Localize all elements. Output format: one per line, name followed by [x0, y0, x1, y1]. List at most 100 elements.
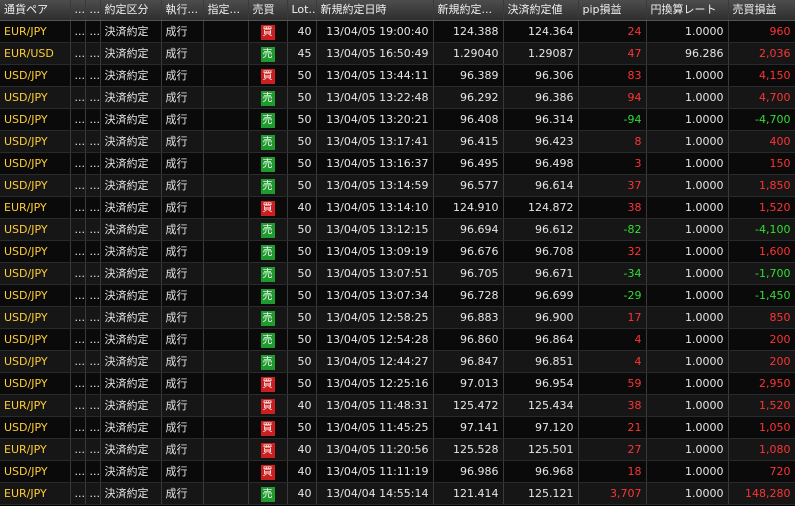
column-header-col-pair[interactable]: 通貨ペア	[0, 0, 71, 21]
column-header-col-3[interactable]: ...	[85, 0, 101, 21]
cell-lot: 50	[287, 416, 317, 439]
cell-pnl: 1,520	[728, 394, 795, 417]
cell-open: 121.414	[433, 482, 504, 505]
table-row[interactable]: USD/JPY...... 決済約定 成行売 50 13/04/05 12:54:28 9…	[0, 328, 795, 351]
cell-pnl: 200	[728, 350, 795, 373]
cell-3: ...	[85, 328, 101, 351]
cell-2: ...	[70, 262, 86, 285]
cell-shikko: 成行	[161, 416, 204, 439]
table-header-row: 通貨ペア......約定区分執行...指定...売買Lot...新規約定日時新規…	[0, 0, 795, 21]
cell-pair: USD/JPY	[0, 152, 71, 175]
cell-lot: 50	[287, 152, 317, 175]
cell-shikko: 成行	[161, 64, 204, 87]
column-header-col-shikko[interactable]: 執行...	[161, 0, 204, 21]
cell-close: 96.851	[503, 350, 579, 373]
table-row[interactable]: USD/JPY...... 決済約定 成行買 50 13/04/05 11:45:25 9…	[0, 416, 795, 439]
table-row[interactable]: USD/JPY...... 決済約定 成行売 50 13/04/05 13:07:51 9…	[0, 262, 795, 285]
cell-pnl: -1,700	[728, 262, 795, 285]
cell-rate: 1.0000	[646, 284, 729, 307]
table-row[interactable]: USD/JPY...... 決済約定 成行売 50 13/04/05 13:16:37 9…	[0, 152, 795, 175]
cell-rate: 1.0000	[646, 20, 729, 43]
cell-kubun: 決済約定	[100, 460, 162, 483]
column-header-col-side[interactable]: 売買	[248, 0, 288, 21]
cell-kubun: 決済約定	[100, 20, 162, 43]
cell-2: ...	[70, 86, 86, 109]
cell-rate: 1.0000	[646, 218, 729, 241]
cell-shitei	[203, 130, 249, 153]
table-row[interactable]: USD/JPY...... 決済約定 成行売 50 13/04/05 13:09:19 9…	[0, 240, 795, 263]
cell-kubun: 決済約定	[100, 438, 162, 461]
column-header-col-datetime[interactable]: 新規約定日時	[316, 0, 434, 21]
cell-close: 96.612	[503, 218, 579, 241]
column-header-col-lot[interactable]: Lot...	[287, 0, 317, 21]
table-row[interactable]: USD/JPY...... 決済約定 成行買 50 13/04/05 12:25:16 9…	[0, 372, 795, 395]
cell-shitei	[203, 152, 249, 175]
column-header-col-pnl[interactable]: 売買損益	[728, 0, 795, 21]
cell-rate: 1.0000	[646, 130, 729, 153]
cell-pip: 17	[578, 306, 647, 329]
table-row[interactable]: EUR/JPY...... 決済約定 成行買 40 13/04/05 11:20:56 1…	[0, 438, 795, 461]
table-row[interactable]: EUR/JPY...... 決済約定 成行買 40 13/04/05 11:48:31 1…	[0, 394, 795, 417]
cell-2: ...	[70, 152, 86, 175]
table-row[interactable]: USD/JPY...... 決済約定 成行売 50 13/04/05 13:12:15 9…	[0, 218, 795, 241]
cell-2: ...	[70, 196, 86, 219]
table-row[interactable]: EUR/JPY...... 決済約定 成行買 40 13/04/05 13:14:10 1…	[0, 196, 795, 219]
cell-lot: 50	[287, 350, 317, 373]
cell-kubun: 決済約定	[100, 174, 162, 197]
cell-2: ...	[70, 438, 86, 461]
sell-badge: 売	[260, 90, 275, 106]
cell-kubun: 決済約定	[100, 240, 162, 263]
table-row[interactable]: USD/JPY...... 決済約定 成行買 40 13/04/05 11:11:19 9…	[0, 460, 795, 483]
table-row[interactable]: USD/JPY...... 決済約定 成行売 50 13/04/05 13:20:21 9…	[0, 108, 795, 131]
cell-datetime: 13/04/05 19:00:40	[316, 20, 434, 43]
column-header-col-open[interactable]: 新規約定...	[433, 0, 504, 21]
cell-pair: USD/JPY	[0, 262, 71, 285]
cell-pip: 4	[578, 328, 647, 351]
table-row[interactable]: USD/JPY...... 決済約定 成行売 50 13/04/05 12:44:27 9…	[0, 350, 795, 373]
table-row[interactable]: USD/JPY...... 決済約定 成行売 50 13/04/05 13:22:48 9…	[0, 86, 795, 109]
column-header-col-kubun[interactable]: 約定区分	[100, 0, 162, 21]
table-row[interactable]: EUR/JPY...... 決済約定 成行買 40 13/04/05 19:00:40 1…	[0, 20, 795, 43]
column-header-col-pip[interactable]: pip損益	[578, 0, 647, 21]
column-header-col-close[interactable]: 決済約定値	[503, 0, 579, 21]
cell-side: 売	[248, 86, 288, 109]
cell-datetime: 13/04/05 12:25:16	[316, 372, 434, 395]
cell-shikko: 成行	[161, 218, 204, 241]
cell-pip: -34	[578, 262, 647, 285]
table-row[interactable]: EUR/USD...... 決済約定 成行売 45 13/04/05 16:50:49 1…	[0, 42, 795, 65]
cell-shitei	[203, 416, 249, 439]
cell-close: 125.434	[503, 394, 579, 417]
table-row[interactable]: USD/JPY...... 決済約定 成行売 50 13/04/05 12:58:25 9…	[0, 306, 795, 329]
buy-badge: 買	[260, 398, 275, 414]
cell-kubun: 決済約定	[100, 306, 162, 329]
cell-2: ...	[70, 416, 86, 439]
cell-side: 売	[248, 350, 288, 373]
table-row[interactable]: USD/JPY...... 決済約定 成行売 50 13/04/05 13:17:41 9…	[0, 130, 795, 153]
cell-side: 買	[248, 64, 288, 87]
table-row[interactable]: USD/JPY...... 決済約定 成行売 50 13/04/05 13:07:34 9…	[0, 284, 795, 307]
column-header-col-2[interactable]: ...	[70, 0, 86, 21]
sell-badge: 売	[260, 112, 275, 128]
table-row[interactable]: EUR/JPY...... 決済約定 成行売 40 13/04/04 14:55:14 1…	[0, 482, 795, 505]
cell-3: ...	[85, 174, 101, 197]
cell-pair: EUR/JPY	[0, 196, 71, 219]
table-row[interactable]: USD/JPY...... 決済約定 成行売 50 13/04/05 13:14:59 9…	[0, 174, 795, 197]
sell-badge: 売	[260, 46, 275, 62]
cell-open: 97.013	[433, 372, 504, 395]
cell-3: ...	[85, 64, 101, 87]
cell-3: ...	[85, 306, 101, 329]
cell-rate: 1.0000	[646, 64, 729, 87]
cell-3: ...	[85, 482, 101, 505]
table-row[interactable]: USD/JPY...... 決済約定 成行買 50 13/04/05 13:44:11 9…	[0, 64, 795, 87]
cell-datetime: 13/04/05 13:44:11	[316, 64, 434, 87]
cell-lot: 50	[287, 240, 317, 263]
cell-shikko: 成行	[161, 284, 204, 307]
cell-pip: 3,707	[578, 482, 647, 505]
cell-pnl: 200	[728, 328, 795, 351]
cell-3: ...	[85, 218, 101, 241]
column-header-col-rate[interactable]: 円換算レート	[646, 0, 729, 21]
cell-shikko: 成行	[161, 482, 204, 505]
cell-open: 96.415	[433, 130, 504, 153]
cell-open: 96.847	[433, 350, 504, 373]
column-header-col-shitei[interactable]: 指定...	[203, 0, 249, 21]
